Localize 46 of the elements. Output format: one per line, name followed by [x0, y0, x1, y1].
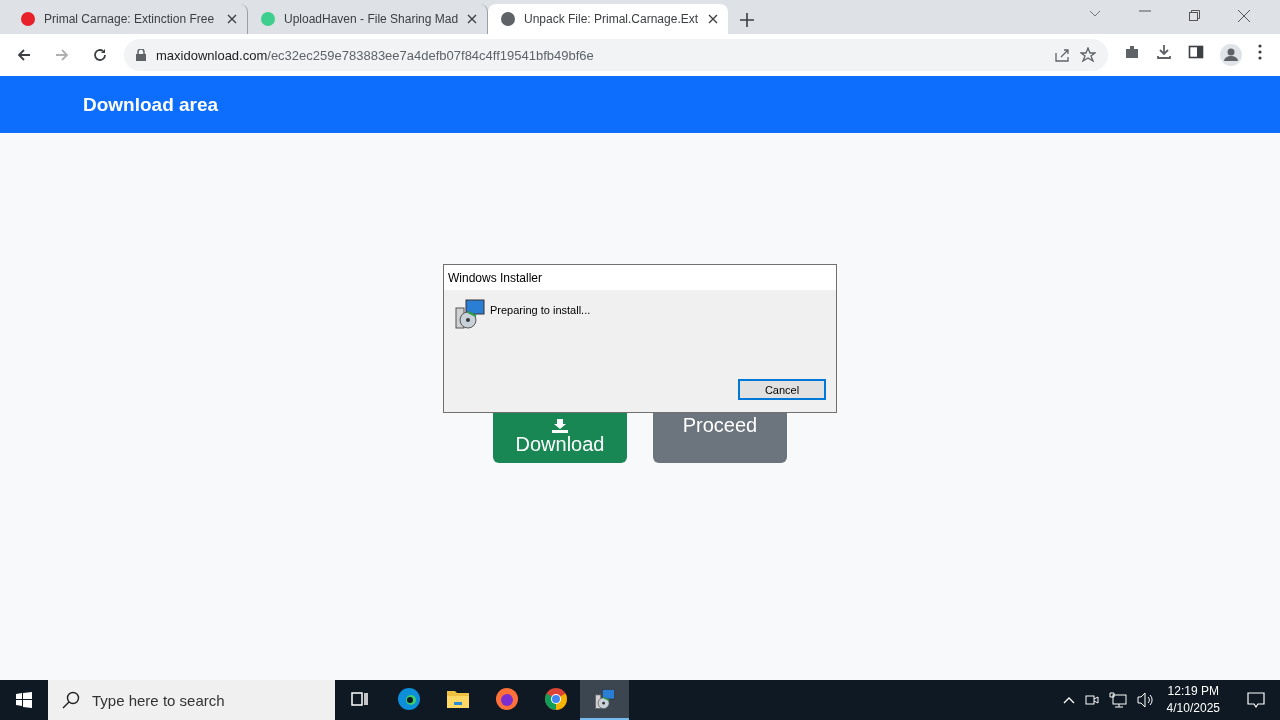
- close-icon[interactable]: [1238, 10, 1250, 22]
- dialog-title: Windows Installer: [448, 270, 543, 285]
- folder-icon: [445, 689, 470, 709]
- speaker-icon[interactable]: [1136, 692, 1155, 708]
- camera-icon[interactable]: [1084, 692, 1099, 708]
- search-placeholder: Type here to search: [92, 691, 225, 709]
- star-icon[interactable]: [1080, 47, 1096, 63]
- search-field[interactable]: Type here to search: [48, 680, 335, 720]
- favicon-icon: [500, 11, 516, 27]
- cancel-button[interactable]: Cancel: [738, 379, 826, 400]
- clock-date[interactable]: 4/10/2025: [1166, 700, 1220, 717]
- dialog-message: Preparing to install...: [490, 304, 591, 316]
- network-icon[interactable]: [1108, 692, 1127, 708]
- download-icon[interactable]: [1156, 44, 1172, 60]
- side-panel-icon[interactable]: [1188, 44, 1204, 60]
- search-icon: [62, 691, 80, 709]
- browser-tab[interactable]: Unpack File: Primal.Carnage.Ext: [488, 4, 728, 34]
- share-icon[interactable]: [1054, 47, 1070, 63]
- profile-avatar[interactable]: [1220, 44, 1242, 66]
- back-icon[interactable]: [16, 47, 32, 63]
- page-title: Download area: [83, 93, 219, 116]
- notifications-icon[interactable]: [1247, 691, 1265, 709]
- chevron-down-icon[interactable]: [1089, 10, 1101, 18]
- windows-start-icon[interactable]: [15, 692, 32, 708]
- chrome-icon: [543, 687, 568, 711]
- installer-icon: [454, 298, 486, 330]
- restore-icon[interactable]: [1189, 10, 1200, 21]
- firefox-icon: [494, 687, 519, 711]
- url-text: maxidownload.com/ec32ec259e783883ee7a4defb07f84c4ff19541bfb49bf6e: [156, 47, 595, 63]
- taskbar-app[interactable]: [580, 680, 629, 720]
- favicon-icon: [260, 11, 276, 27]
- clock-time[interactable]: 12:19 PM: [1167, 683, 1219, 700]
- task-view-icon: [350, 691, 369, 707]
- installer-icon: [593, 688, 616, 710]
- lock-icon: [136, 49, 146, 61]
- reload-icon[interactable]: [92, 47, 108, 63]
- edge-icon: [396, 687, 421, 711]
- chevron-up-icon[interactable]: [1062, 696, 1075, 704]
- new-tab-icon[interactable]: [740, 13, 754, 27]
- close-icon[interactable]: [467, 14, 477, 24]
- menu-icon[interactable]: [1258, 44, 1262, 60]
- close-icon[interactable]: [708, 14, 718, 24]
- download-icon: [552, 418, 568, 433]
- favicon-icon: [20, 11, 36, 27]
- address-bar[interactable]: maxidownload.com/ec32ec259e783883ee7a4defb07f84c4ff19541bfb49bf6e: [124, 39, 1108, 71]
- close-icon[interactable]: [227, 14, 237, 24]
